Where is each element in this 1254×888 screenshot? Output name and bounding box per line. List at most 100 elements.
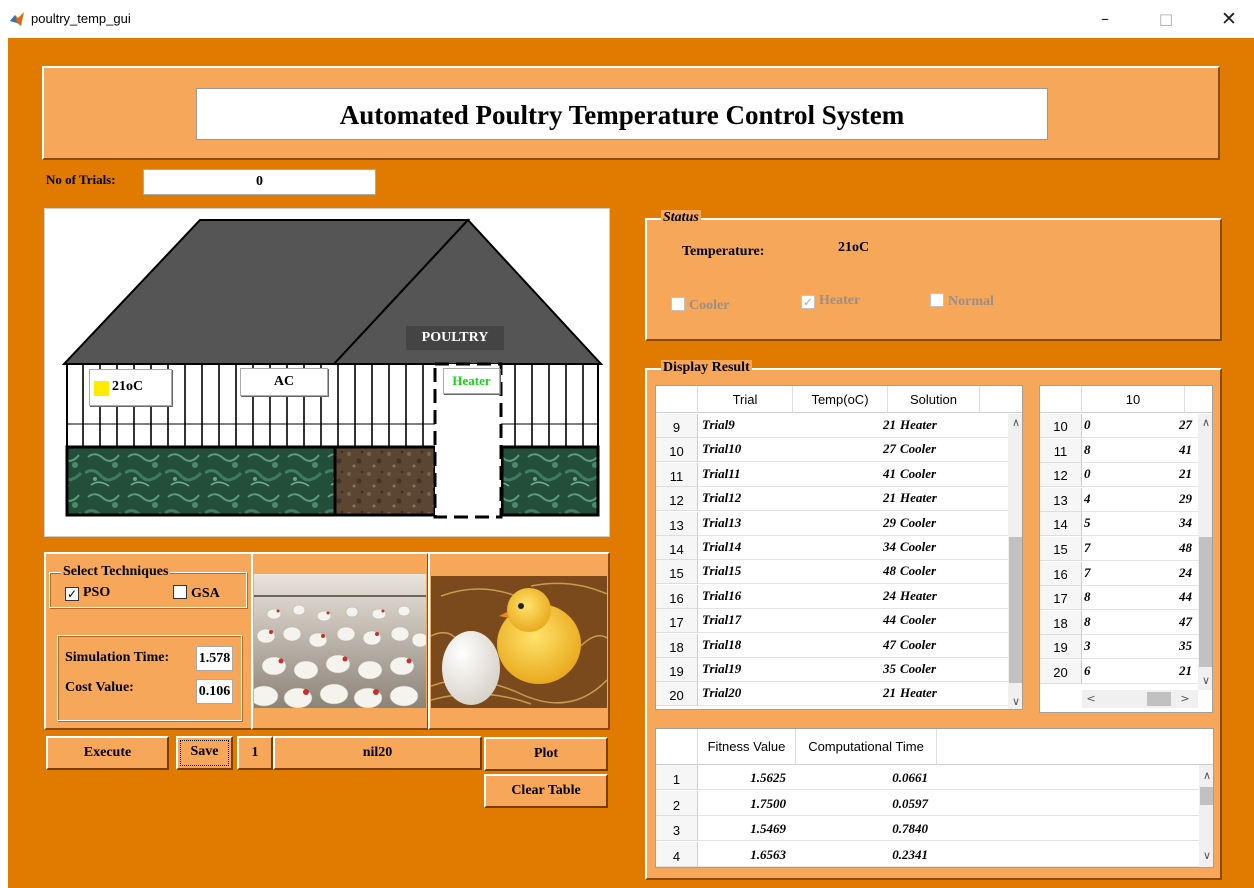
scroll-up-icon[interactable]: ∧ <box>1008 416 1022 429</box>
cell-temp[interactable]: 41 <box>876 466 896 482</box>
fitness-scroll-down-icon[interactable]: ∨ <box>1199 849 1213 862</box>
cell-comptime[interactable]: 0.7840 <box>866 821 928 837</box>
cell-trial[interactable]: Trial9 <box>702 417 735 433</box>
cell-solution[interactable]: Heater <box>900 417 937 433</box>
cell-trial[interactable]: Trial18 <box>702 637 741 653</box>
side-table[interactable]: 10 10 0 27 11 8 41 12 0 21 13 4 29 14 5 34 15 7 48 16 7 24 17… <box>1039 385 1213 713</box>
scroll-down-icon[interactable]: ∨ <box>1008 695 1022 708</box>
side-cell-a[interactable]: 7 <box>1084 565 1091 581</box>
side-cell-a[interactable]: 4 <box>1084 491 1091 507</box>
side-cell-a[interactable]: 3 <box>1084 638 1091 654</box>
cost-field[interactable]: 0.106 <box>196 679 233 704</box>
scroll-thumb[interactable] <box>1009 537 1022 683</box>
heater-checkbox[interactable]: ✓ Heater <box>801 293 860 309</box>
cell-temp[interactable]: 21 <box>876 417 896 433</box>
side-vscrollbar[interactable]: ∧ ∨ <box>1198 414 1212 690</box>
side-cell-b[interactable]: 44 <box>1168 589 1192 605</box>
side-cell-a[interactable]: 0 <box>1084 417 1091 433</box>
cell-temp[interactable]: 35 <box>876 661 896 677</box>
cell-trial[interactable]: Trial10 <box>702 441 741 457</box>
close-button[interactable]: ✕ <box>1206 6 1252 32</box>
cell-solution[interactable]: Heater <box>900 588 937 604</box>
plot-button[interactable]: Plot <box>484 737 608 771</box>
cell-temp[interactable]: 47 <box>876 637 896 653</box>
cell-temp[interactable]: 44 <box>876 612 896 628</box>
sim-time-field[interactable]: 1.578 <box>196 646 233 671</box>
side-cell-a[interactable]: 7 <box>1084 540 1091 556</box>
cell-trial[interactable]: Trial11 <box>702 466 741 482</box>
cell-temp[interactable]: 21 <box>876 685 896 701</box>
col-trial-header[interactable]: Trial <box>698 386 793 413</box>
side-hscrollbar[interactable]: < > <box>1082 690 1198 708</box>
side-hscroll-thumb[interactable] <box>1147 692 1171 706</box>
col-temp-header[interactable]: Temp(oC) <box>793 386 888 413</box>
cell-fitness[interactable]: 1.6563 <box>726 847 786 863</box>
side-cell-a[interactable]: 8 <box>1084 442 1091 458</box>
cell-fitness[interactable]: 1.7500 <box>726 796 786 812</box>
cell-trial[interactable]: Trial14 <box>702 539 741 555</box>
side-cell-b[interactable]: 47 <box>1168 614 1192 630</box>
cell-comptime[interactable]: 0.0661 <box>866 770 928 786</box>
scroll-left-icon[interactable]: < <box>1084 692 1098 705</box>
index-field[interactable]: 1 <box>237 736 273 770</box>
cell-trial[interactable]: Trial13 <box>702 515 741 531</box>
cell-solution[interactable]: Heater <box>900 685 937 701</box>
cell-trial[interactable]: Trial12 <box>702 490 741 506</box>
fitness-scrollbar[interactable]: ∧ ∨ <box>1199 765 1213 867</box>
clear-table-button[interactable]: Clear Table <box>484 774 608 808</box>
col-solution-header[interactable]: Solution <box>888 386 980 413</box>
minimize-button[interactable]: – <box>1082 6 1128 32</box>
side-cell-a[interactable]: 8 <box>1084 589 1091 605</box>
cell-fitness[interactable]: 1.5625 <box>726 770 786 786</box>
side-cell-a[interactable]: 5 <box>1084 515 1091 531</box>
cell-trial[interactable]: Trial16 <box>702 588 741 604</box>
cell-temp[interactable]: 21 <box>876 490 896 506</box>
side-cell-b[interactable]: 35 <box>1168 638 1192 654</box>
cell-trial[interactable]: Trial15 <box>702 563 741 579</box>
cell-temp[interactable]: 48 <box>876 563 896 579</box>
col-fitness-header[interactable]: Fitness Value <box>698 729 796 765</box>
side-cell-b[interactable]: 48 <box>1168 540 1192 556</box>
cell-solution[interactable]: Cooler <box>900 637 936 653</box>
cell-temp[interactable]: 24 <box>876 588 896 604</box>
side-cell-b[interactable]: 34 <box>1168 515 1192 531</box>
trials-field[interactable]: 0 <box>143 169 376 195</box>
cell-trial[interactable]: Trial20 <box>702 685 741 701</box>
name-field[interactable]: nil20 <box>273 736 482 770</box>
cell-solution[interactable]: Cooler <box>900 466 936 482</box>
cooler-checkbox[interactable]: Cooler <box>671 297 729 314</box>
side-scroll-down-icon[interactable]: ∨ <box>1198 674 1212 687</box>
side-cell-a[interactable]: 8 <box>1084 614 1091 630</box>
fitness-scroll-up-icon[interactable]: ∧ <box>1199 769 1213 782</box>
cell-fitness[interactable]: 1.5469 <box>726 821 786 837</box>
maximize-button[interactable]: □ <box>1143 6 1189 32</box>
save-button[interactable]: Save <box>176 736 233 770</box>
scroll-right-icon[interactable]: > <box>1178 692 1192 705</box>
cell-solution[interactable]: Heater <box>900 490 937 506</box>
gsa-checkbox[interactable]: GSA <box>173 585 220 602</box>
normal-checkbox[interactable]: Normal <box>930 293 994 310</box>
cell-trial[interactable]: Trial17 <box>702 612 741 628</box>
results-scrollbar[interactable]: ∧ ∨ <box>1008 414 1022 709</box>
cell-solution[interactable]: Cooler <box>900 612 936 628</box>
results-table[interactable]: Trial Temp(oC) Solution 9 Trial9 21 Heater 1… <box>655 385 1023 710</box>
side-cell-a[interactable]: 0 <box>1084 466 1091 482</box>
side-cell-b[interactable]: 27 <box>1168 417 1192 433</box>
cell-temp[interactable]: 27 <box>876 441 896 457</box>
cell-temp[interactable]: 29 <box>876 515 896 531</box>
cell-comptime[interactable]: 0.2341 <box>866 847 928 863</box>
fitness-scroll-thumb[interactable] <box>1200 787 1213 805</box>
side-scroll-thumb[interactable] <box>1199 537 1212 667</box>
side-cell-b[interactable]: 41 <box>1168 442 1192 458</box>
side-cell-a[interactable]: 6 <box>1084 663 1091 679</box>
side-cell-b[interactable]: 21 <box>1168 663 1192 679</box>
cell-solution[interactable]: Cooler <box>900 563 936 579</box>
side-scroll-up-icon[interactable]: ∧ <box>1198 416 1212 429</box>
cell-solution[interactable]: Cooler <box>900 661 936 677</box>
cell-comptime[interactable]: 0.0597 <box>866 796 928 812</box>
side-col-header[interactable]: 10 <box>1082 386 1185 413</box>
col-comptime-header[interactable]: Computational Time <box>796 729 937 765</box>
pso-checkbox[interactable]: ✓ PSO <box>65 585 110 601</box>
side-cell-b[interactable]: 21 <box>1168 466 1192 482</box>
cell-trial[interactable]: Trial19 <box>702 661 741 677</box>
